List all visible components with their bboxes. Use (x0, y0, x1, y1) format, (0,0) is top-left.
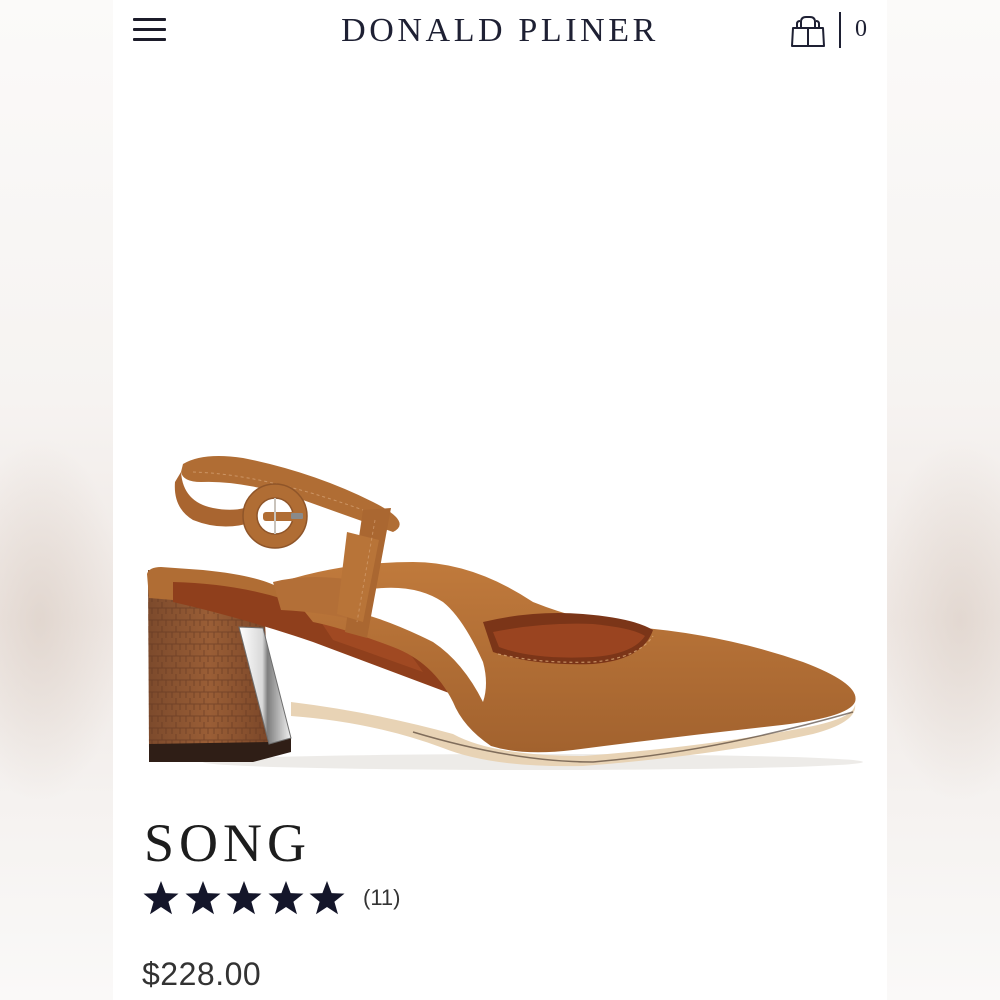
review-count-link[interactable]: (11) (363, 884, 401, 912)
star-icon (268, 881, 303, 915)
brand-logo[interactable]: DONALD PLINER (327, 8, 673, 54)
product-image[interactable] (113, 62, 887, 802)
star-rating[interactable] (141, 875, 349, 921)
star-icon (143, 881, 179, 915)
star-icon (309, 881, 345, 915)
product-price: $228.00 (142, 956, 262, 992)
hamburger-menu-icon[interactable] (133, 15, 167, 43)
shopping-bag-icon[interactable] (789, 13, 827, 51)
background-left-margin (0, 0, 115, 1000)
cart-button[interactable]: 0 (785, 10, 885, 50)
cart-count[interactable]: 0 (855, 12, 867, 46)
product-title: SONG (144, 813, 312, 873)
background-right-margin (885, 0, 1000, 1000)
product-shoe-illustration (147, 456, 863, 770)
cart-divider (839, 12, 841, 48)
star-icon (226, 881, 262, 915)
site-header: DONALD PLINER 0 (113, 0, 887, 62)
product-page: DONALD PLINER 0 SONG (11) $228.00 (113, 0, 887, 1000)
rating-row: (11) (141, 875, 541, 921)
star-icon (185, 881, 220, 915)
